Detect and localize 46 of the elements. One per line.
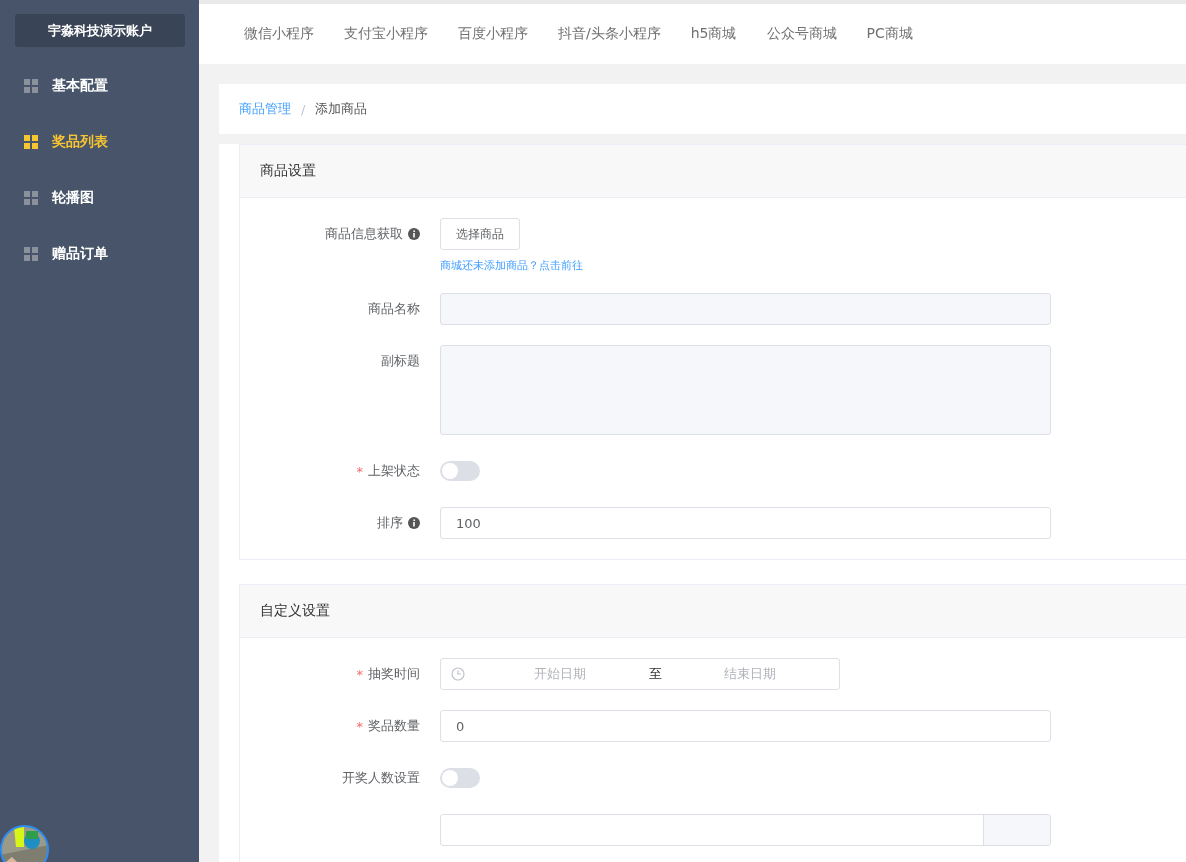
grid-icon xyxy=(24,135,38,149)
platform-tab[interactable]: PC商城 xyxy=(866,25,913,43)
platform-tab[interactable]: 公众号商城 xyxy=(766,25,837,43)
platform-tab[interactable]: 百度小程序 xyxy=(458,25,528,43)
section-title: 商品设置 xyxy=(260,162,316,180)
section-title: 自定义设置 xyxy=(260,602,330,620)
info-icon xyxy=(408,517,420,529)
platform-tab[interactable]: 抖音/头条小程序 xyxy=(558,25,661,43)
field-label: 副标题 xyxy=(381,352,420,370)
sidebar-item[interactable]: 赠品订单 xyxy=(0,226,199,282)
required-mark: * xyxy=(356,718,363,734)
toggle-switch[interactable] xyxy=(440,461,480,481)
field-label: 商品名称 xyxy=(368,300,420,318)
platform-tab[interactable]: h5商城 xyxy=(690,25,737,43)
date-range-field[interactable]: 开始日期 至 结束日期 xyxy=(440,658,840,690)
platform-tab[interactable]: 微信小程序 xyxy=(244,25,314,43)
start-date-placeholder: 开始日期 xyxy=(532,665,587,683)
field-label: 奖品数量 xyxy=(368,717,420,735)
grid-icon xyxy=(24,191,38,205)
field-label: 上架状态 xyxy=(368,462,420,480)
toggle-switch[interactable] xyxy=(440,768,480,788)
grid-icon xyxy=(24,79,38,93)
input-field[interactable]: 0 xyxy=(440,710,1051,742)
required-mark: * xyxy=(356,463,363,479)
info-icon xyxy=(408,228,420,240)
platform-tab[interactable]: 支付宝小程序 xyxy=(344,25,428,43)
sidebar-item[interactable]: 轮播图 xyxy=(0,170,199,226)
account-name[interactable]: 宇淼科技演示账户 xyxy=(14,14,185,47)
end-date-placeholder: 结束日期 xyxy=(723,665,778,683)
select-product-button[interactable]: 选择商品 xyxy=(440,218,520,250)
required-mark: * xyxy=(356,666,363,682)
clock-icon xyxy=(451,667,465,681)
input-field[interactable] xyxy=(440,814,1051,846)
grid-icon xyxy=(24,247,38,261)
range-separator: 至 xyxy=(648,665,662,683)
add-product-link[interactable]: 商城还未添加商品？点击前往 xyxy=(440,258,583,273)
input-field[interactable]: 100 xyxy=(440,507,1051,539)
breadcrumb-current: 添加商品 xyxy=(315,100,368,118)
sidebar-item[interactable]: 基本配置 xyxy=(0,58,199,114)
field-label: 商品信息获取 xyxy=(325,225,403,243)
breadcrumb-link[interactable]: 商品管理 xyxy=(239,100,291,118)
field-label: 排序 xyxy=(377,514,403,532)
breadcrumb-separator: / xyxy=(301,101,306,117)
field-label: 开奖人数设置 xyxy=(342,769,420,787)
field-label: 抽奖时间 xyxy=(368,665,420,683)
sidebar-item[interactable]: 奖品列表 xyxy=(0,114,199,170)
